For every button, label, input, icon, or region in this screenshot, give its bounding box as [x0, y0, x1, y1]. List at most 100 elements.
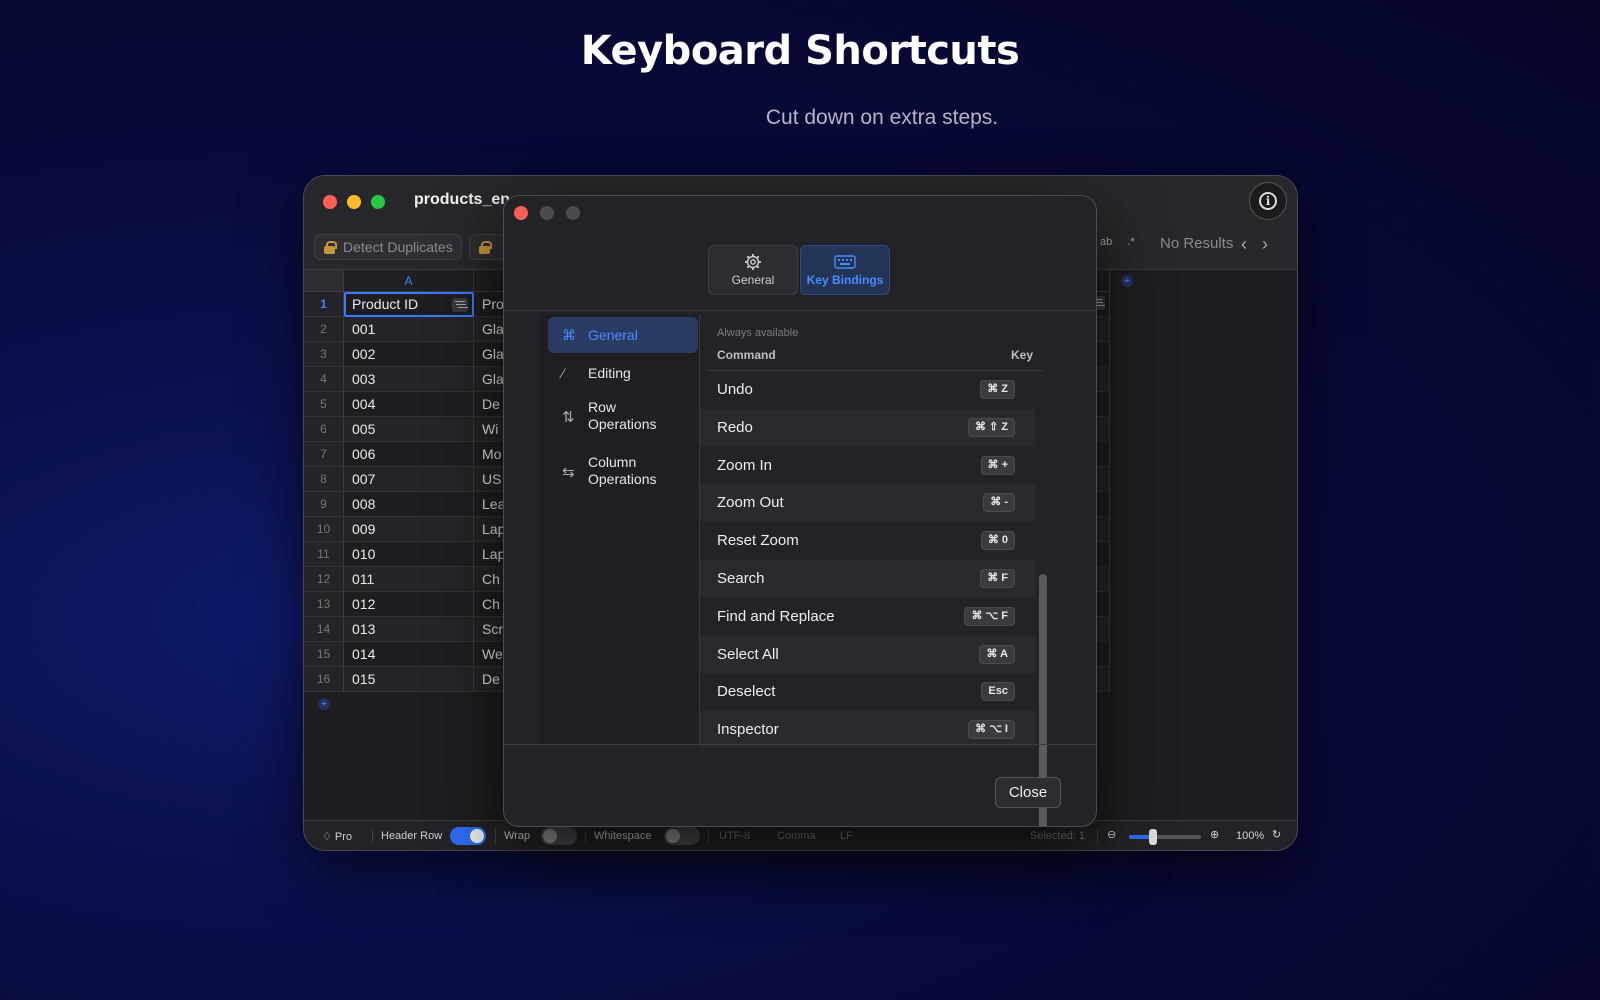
row-number[interactable]: 10	[304, 517, 344, 542]
key-shortcut-badge[interactable]: ⌘ 0	[980, 531, 1015, 551]
close-dialog-button[interactable]	[514, 206, 528, 220]
key-shortcut-badge[interactable]: ⌘ ⌥ I	[968, 720, 1015, 740]
close-window-button[interactable]	[323, 195, 337, 209]
zoom-slider[interactable]	[1129, 829, 1201, 845]
pro-badge[interactable]: ♢ Pro	[322, 830, 352, 843]
encoding-label[interactable]: UTF-8	[719, 830, 750, 842]
grid-corner[interactable]	[304, 270, 344, 292]
sidebar-item-label: Editing	[588, 365, 631, 381]
header-row-label: Header Row	[381, 830, 443, 842]
row-number[interactable]: 12	[304, 567, 344, 592]
add-row-icon[interactable]: +	[318, 698, 330, 710]
whitespace-label: Whitespace	[594, 830, 652, 842]
next-result-icon[interactable]: ›	[1262, 234, 1268, 255]
row-number[interactable]: 15	[304, 642, 344, 667]
table-cell[interactable]: 012	[344, 592, 474, 617]
keyboard-icon	[834, 255, 856, 269]
header-row-toggle[interactable]	[450, 827, 486, 845]
add-column-icon[interactable]: +	[1121, 275, 1133, 287]
row-number[interactable]: 6	[304, 417, 344, 442]
table-cell[interactable]: 002	[344, 342, 474, 367]
binding-row[interactable]: Deselect Esc	[700, 673, 1035, 710]
line-ending-label[interactable]: LF	[840, 830, 853, 842]
table-cell[interactable]: 015	[344, 667, 474, 692]
key-shortcut-badge[interactable]: ⌘ Z	[980, 380, 1015, 399]
minimize-window-button[interactable]	[347, 195, 361, 209]
filter-icon[interactable]	[452, 298, 468, 312]
reset-zoom-icon[interactable]: ↻	[1272, 828, 1281, 841]
binding-row[interactable]: Find and Replace ⌘ ⌥ F	[700, 598, 1035, 635]
row-number[interactable]: 16	[304, 667, 344, 692]
table-cell[interactable]: 011	[344, 567, 474, 592]
detect-duplicates-button[interactable]: Detect Duplicates	[314, 234, 462, 260]
key-shortcut-badge[interactable]: ⌘ F	[980, 569, 1015, 588]
binding-row[interactable]: Zoom Out ⌘ -	[700, 484, 1035, 522]
tab-general[interactable]: General	[708, 245, 798, 295]
binding-row[interactable]: Search ⌘ F	[700, 560, 1035, 597]
row-number[interactable]: 8	[304, 467, 344, 492]
info-button[interactable]: i	[1249, 182, 1287, 220]
preferences-dialog: General Key Bindings ⌘ General ∕ Editing…	[503, 195, 1097, 827]
section-label: Always available	[717, 327, 799, 339]
row-number[interactable]: 13	[304, 592, 344, 617]
table-cell[interactable]: 010	[344, 542, 474, 567]
column-header-a[interactable]: A	[344, 270, 474, 292]
zoom-out-icon[interactable]: ⊖	[1107, 828, 1116, 841]
binding-row[interactable]: Redo ⌘ ⇧ Z	[700, 408, 1035, 446]
row-number[interactable]: 7	[304, 442, 344, 467]
row-number[interactable]: 2	[304, 317, 344, 342]
table-cell[interactable]: 005	[344, 417, 474, 442]
whitespace-toggle[interactable]	[664, 827, 700, 845]
key-shortcut-badge[interactable]: ⌘ -	[983, 493, 1015, 513]
key-shortcut-badge[interactable]: ⌘ ⌥ F	[964, 606, 1015, 626]
cell-text: 010	[352, 546, 376, 562]
table-cell[interactable]: 014	[344, 642, 474, 667]
row-number[interactable]: 5	[304, 392, 344, 417]
table-cell[interactable]: 006	[344, 442, 474, 467]
sidebar-item-column-operations[interactable]: ⇆ Column Operations	[548, 454, 698, 494]
row-number[interactable]: 3	[304, 342, 344, 367]
vertical-arrows-icon: ⇅	[562, 409, 575, 426]
header-cell[interactable]: Product ID	[344, 292, 474, 317]
zoom-slider-thumb[interactable]	[1148, 829, 1157, 845]
sidebar-item-general[interactable]: ⌘ General	[548, 317, 698, 353]
command-icon: ⌘	[562, 327, 576, 343]
sidebar-item-row-operations[interactable]: ⇅ Row Operations	[548, 399, 698, 439]
row-number[interactable]: 11	[304, 542, 344, 567]
binding-row[interactable]: Zoom In ⌘ +	[700, 447, 1035, 484]
table-cell[interactable]: 009	[344, 517, 474, 542]
table-cell[interactable]: 003	[344, 367, 474, 392]
zoom-in-icon[interactable]: ⊕	[1210, 828, 1219, 841]
cell-text: 005	[352, 421, 376, 437]
key-shortcut-badge[interactable]: Esc	[981, 682, 1015, 702]
regex-toggle[interactable]: .*	[1127, 236, 1134, 248]
row-number[interactable]: 9	[304, 492, 344, 517]
row-number[interactable]: 1	[304, 292, 344, 317]
row-number[interactable]: 4	[304, 367, 344, 392]
table-cell[interactable]: 013	[344, 617, 474, 642]
divider	[585, 829, 586, 843]
table-cell[interactable]: 004	[344, 392, 474, 417]
key-shortcut-badge[interactable]: ⌘ A	[979, 644, 1015, 664]
delimiter-label[interactable]: Comma	[777, 830, 816, 842]
zoom-window-button[interactable]	[371, 195, 385, 209]
command-label: Zoom In	[717, 456, 773, 474]
binding-row[interactable]: Inspector ⌘ ⌥ I	[700, 711, 1035, 749]
pencil-icon: ∕	[562, 365, 565, 381]
key-shortcut-badge[interactable]: ⌘ ⇧ Z	[967, 417, 1015, 437]
table-cell[interactable]: 001	[344, 317, 474, 342]
table-cell[interactable]: 008	[344, 492, 474, 517]
row-number[interactable]: 14	[304, 617, 344, 642]
binding-row[interactable]: Reset Zoom ⌘ 0	[700, 522, 1035, 559]
command-label: Reset Zoom	[717, 532, 799, 550]
tab-key-bindings[interactable]: Key Bindings	[800, 245, 890, 295]
wrap-toggle[interactable]	[541, 827, 577, 845]
key-shortcut-badge[interactable]: ⌘ +	[980, 455, 1015, 475]
previous-result-icon[interactable]: ‹	[1241, 234, 1247, 255]
sidebar-item-editing[interactable]: ∕ Editing	[548, 355, 698, 391]
binding-row[interactable]: Select All ⌘ A	[700, 635, 1035, 673]
match-case-toggle[interactable]: ab	[1100, 236, 1112, 248]
table-cell[interactable]: 007	[344, 467, 474, 492]
close-button[interactable]: Close	[995, 777, 1061, 808]
binding-row[interactable]: Undo ⌘ Z	[700, 371, 1035, 408]
